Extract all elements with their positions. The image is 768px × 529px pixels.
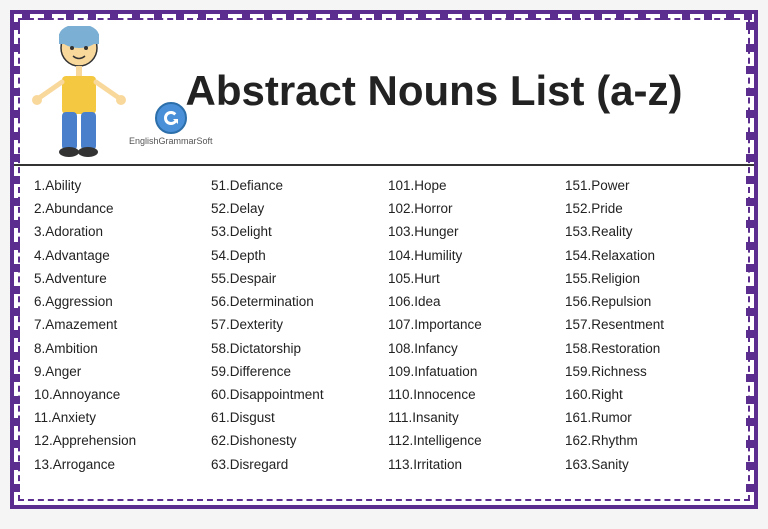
list-item: 55.Despair xyxy=(211,267,380,290)
list-item: 62.Dishonesty xyxy=(211,429,380,452)
character-illustration xyxy=(24,26,134,156)
list-item: 154.Relaxation xyxy=(565,244,734,267)
list-item: 111.Insanity xyxy=(388,406,557,429)
list-item: 10.Annoyance xyxy=(34,383,203,406)
list-item: 63.Disregard xyxy=(211,453,380,476)
list-item: 105.Hurt xyxy=(388,267,557,290)
list-item: 2.Abundance xyxy=(34,197,203,220)
list-item: 101.Hope xyxy=(388,174,557,197)
list-item: 6.Aggression xyxy=(34,290,203,313)
list-item: 51.Defiance xyxy=(211,174,380,197)
title-area: Abstract Nouns List (a-z) xyxy=(134,68,734,114)
list-item: 160.Right xyxy=(565,383,734,406)
list-item: 156.Repulsion xyxy=(565,290,734,313)
list-item: 59.Difference xyxy=(211,360,380,383)
header: Abstract Nouns List (a-z) EnglishGrammar… xyxy=(14,14,754,166)
list-item: 12.Apprehension xyxy=(34,429,203,452)
list-item: 60.Disappointment xyxy=(211,383,380,406)
list-item: 1.Ability xyxy=(34,174,203,197)
list-item: 56.Determination xyxy=(211,290,380,313)
list-item: 108.Infancy xyxy=(388,337,557,360)
list-item: 153.Reality xyxy=(565,220,734,243)
list-item: 58.Dictatorship xyxy=(211,337,380,360)
column-1: 1.Ability2.Abundance3.Adoration4.Advanta… xyxy=(30,174,207,476)
list-item: 5.Adventure xyxy=(34,267,203,290)
logo-icon xyxy=(155,102,187,134)
list-item: 159.Richness xyxy=(565,360,734,383)
list-item: 13.Arrogance xyxy=(34,453,203,476)
list-item: 8.Ambition xyxy=(34,337,203,360)
list-item: 4.Advantage xyxy=(34,244,203,267)
list-item: 11.Anxiety xyxy=(34,406,203,429)
list-item: 158.Restoration xyxy=(565,337,734,360)
outer-border: Abstract Nouns List (a-z) EnglishGrammar… xyxy=(10,10,758,509)
content-area: 1.Ability2.Abundance3.Adoration4.Advanta… xyxy=(14,166,754,484)
list-item: 161.Rumor xyxy=(565,406,734,429)
list-item: 57.Dexterity xyxy=(211,313,380,336)
list-item: 3.Adoration xyxy=(34,220,203,243)
list-item: 152.Pride xyxy=(565,197,734,220)
list-item: 61.Disgust xyxy=(211,406,380,429)
list-item: 103.Hunger xyxy=(388,220,557,243)
page-title: Abstract Nouns List (a-z) xyxy=(134,68,734,114)
list-item: 54.Depth xyxy=(211,244,380,267)
list-item: 7.Amazement xyxy=(34,313,203,336)
list-item: 151.Power xyxy=(565,174,734,197)
column-3: 101.Hope102.Horror103.Hunger104.Humility… xyxy=(384,174,561,476)
logo-area: EnglishGrammarSoft xyxy=(129,102,213,146)
column-2: 51.Defiance52.Delay53.Delight54.Depth55.… xyxy=(207,174,384,476)
list-item: 155.Religion xyxy=(565,267,734,290)
list-item: 102.Horror xyxy=(388,197,557,220)
list-item: 113.Irritation xyxy=(388,453,557,476)
list-item: 52.Delay xyxy=(211,197,380,220)
list-item: 9.Anger xyxy=(34,360,203,383)
list-item: 106.Idea xyxy=(388,290,557,313)
column-4: 151.Power152.Pride153.Reality154.Relaxat… xyxy=(561,174,738,476)
logo-text: EnglishGrammarSoft xyxy=(129,136,213,146)
list-item: 107.Importance xyxy=(388,313,557,336)
list-item: 53.Delight xyxy=(211,220,380,243)
list-item: 104.Humility xyxy=(388,244,557,267)
list-item: 109.Infatuation xyxy=(388,360,557,383)
list-item: 110.Innocence xyxy=(388,383,557,406)
list-item: 157.Resentment xyxy=(565,313,734,336)
list-item: 112.Intelligence xyxy=(388,429,557,452)
list-item: 163.Sanity xyxy=(565,453,734,476)
list-item: 162.Rhythm xyxy=(565,429,734,452)
